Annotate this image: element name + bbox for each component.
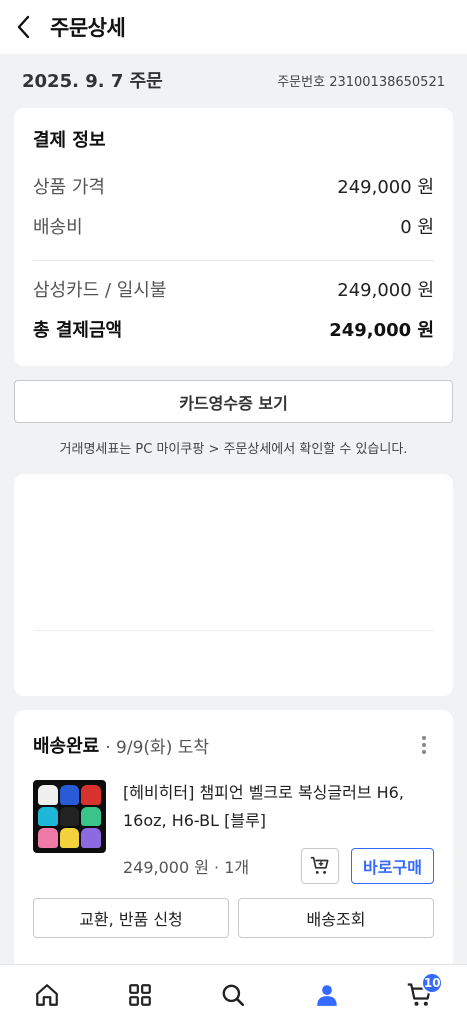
more-vertical-icon[interactable]	[414, 733, 434, 757]
total-payment-value: 249,000 원	[329, 320, 434, 341]
add-to-cart-icon	[310, 856, 329, 874]
payment-title: 결제 정보	[33, 130, 106, 151]
shipping-fee-label: 배송비	[33, 217, 83, 238]
track-shipment-button[interactable]: 배송조회	[238, 898, 434, 938]
shipment-card: 배송완료 · 9/9(화) 도착 [헤비히터] 챔피언 벨크로 복싱글러브 H6…	[14, 710, 453, 970]
back-arrow-icon[interactable]	[16, 15, 38, 39]
return-exchange-button[interactable]: 교환, 반품 신청	[33, 898, 229, 938]
product-info: [헤비히터] 챔피언 벨크로 복싱글러브 H6, 16oz, H6-BL [블루…	[123, 780, 434, 898]
product-name[interactable]: [헤비히터] 챔피언 벨크로 복싱글러브 H6, 16oz, H6-BL [블루…	[123, 779, 434, 835]
delivery-date: · 9/9(화) 도착	[105, 737, 210, 758]
redacted-card	[14, 474, 453, 696]
home-icon[interactable]	[24, 972, 70, 1018]
order-number: 주문번호 23100138650521	[277, 74, 445, 90]
cart-icon[interactable]: 10	[397, 971, 444, 1018]
product-item[interactable]: [헤비히터] 챔피언 벨크로 복싱글러브 H6, 16oz, H6-BL [블루…	[33, 780, 434, 898]
product-price-row: 상품 가격 249,000 원	[33, 166, 434, 206]
shipment-header: 배송완료 · 9/9(화) 도착	[33, 710, 434, 780]
product-price-value: 249,000 원	[337, 177, 434, 198]
category-icon[interactable]	[117, 972, 163, 1018]
shipment-status: 배송완료	[33, 736, 100, 757]
product-thumbnail[interactable]	[33, 780, 106, 853]
product-price-label: 상품 가격	[33, 177, 105, 198]
total-payment-row: 총 결제금액 249,000 원	[33, 309, 434, 349]
shipment-actions: 교환, 반품 신청 배송조회	[33, 898, 434, 938]
payment-divider	[33, 260, 434, 261]
card-receipt-button[interactable]: 카드영수증 보기	[14, 380, 453, 423]
cart-count-badge: 10	[421, 971, 444, 994]
buy-now-button[interactable]: 바로구매	[351, 848, 434, 884]
payment-method-value: 249,000 원	[337, 280, 434, 301]
search-icon[interactable]	[210, 972, 256, 1018]
page-title: 주문상세	[50, 16, 126, 40]
my-coupang-icon[interactable]	[304, 972, 350, 1018]
payment-info-card: 결제 정보 상품 가격 249,000 원 배송비 0 원 삼성카드 / 일시불…	[14, 108, 453, 366]
order-date: 2025. 9. 7 주문	[22, 71, 163, 92]
shipping-fee-row: 배송비 0 원	[33, 206, 434, 246]
receipt-note: 거래명세표는 PC 마이쿠팡 > 주문상세에서 확인할 수 있습니다.	[59, 442, 408, 457]
product-price-quantity: 249,000 원 · 1개	[123, 858, 250, 877]
shipping-fee-value: 0 원	[400, 217, 434, 238]
divider	[34, 630, 433, 631]
top-header: 주문상세	[0, 0, 467, 54]
payment-method-row: 삼성카드 / 일시불 249,000 원	[33, 269, 434, 309]
bottom-tab-bar: 10	[0, 964, 467, 1024]
total-payment-label: 총 결제금액	[33, 320, 123, 341]
add-to-cart-button[interactable]	[301, 848, 339, 884]
payment-method-label: 삼성카드 / 일시불	[33, 280, 167, 301]
order-summary-row: 2025. 9. 7 주문 주문번호 23100138650521	[22, 66, 445, 94]
